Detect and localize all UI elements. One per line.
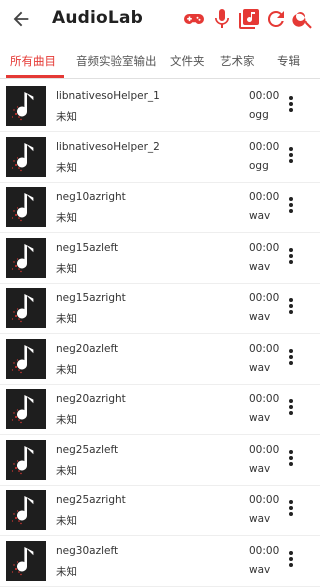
track-artist: 未知 (56, 464, 77, 477)
track-artist: 未知 (56, 515, 77, 527)
music-note-icon (11, 445, 34, 474)
track-duration: 00:00 (249, 90, 280, 102)
track-thumbnail (6, 288, 46, 328)
music-note-icon (11, 546, 34, 575)
track-name: libnativesoHelper_1 (56, 90, 160, 102)
row-divider (0, 585, 320, 587)
track-name: neg30azleft (56, 544, 119, 557)
track-thumbnail (6, 237, 46, 278)
track-thumbnail (6, 490, 46, 530)
music-note-icon (11, 243, 34, 272)
track-duration: 00:00 (249, 241, 280, 254)
track-thumbnail (6, 540, 46, 581)
track-row[interactable]: neg20azleft 未知 00:00 wav (0, 335, 320, 385)
more-vertical-icon[interactable] (284, 298, 298, 320)
track-name: neg10azright (56, 191, 126, 203)
track-row[interactable]: neg15azright 未知 00:00 wav (0, 284, 320, 334)
tab-artists[interactable]: 艺术家 (220, 53, 255, 69)
track-duration: 00:00 (249, 292, 280, 304)
track-format: ogg (249, 109, 269, 121)
more-vertical-icon[interactable] (284, 348, 298, 371)
track-format: wav (249, 361, 271, 374)
track-format: wav (249, 311, 271, 323)
gamepad-icon[interactable] (182, 7, 206, 31)
music-note-icon (11, 92, 34, 121)
app-bar: AudioLab (0, 0, 320, 38)
tab-all-tracks[interactable]: 所有曲目 (10, 53, 56, 69)
track-name: neg20azright (56, 393, 126, 405)
more-vertical-icon[interactable] (284, 247, 298, 270)
track-format: wav (249, 260, 271, 273)
more-vertical-icon[interactable] (284, 399, 298, 421)
track-duration: 00:00 (249, 544, 280, 557)
track-duration: 00:00 (249, 191, 280, 203)
track-artist: 未知 (56, 313, 77, 325)
track-thumbnail (6, 389, 46, 429)
more-vertical-icon[interactable] (284, 146, 298, 169)
app-title: AudioLab (52, 8, 144, 28)
more-vertical-icon[interactable] (284, 449, 298, 472)
track-name: neg25azright (56, 494, 126, 506)
music-note-icon (11, 142, 34, 171)
track-duration: 00:00 (249, 140, 280, 153)
track-artist: 未知 (56, 161, 77, 174)
track-row[interactable]: neg25azleft 未知 00:00 wav (0, 436, 320, 486)
track-thumbnail (6, 86, 46, 126)
more-vertical-icon[interactable] (284, 96, 298, 118)
music-note-icon (11, 193, 34, 222)
track-format: wav (249, 563, 271, 576)
music-library-icon[interactable] (237, 7, 261, 31)
tab-folders[interactable]: 文件夹 (170, 53, 205, 69)
music-note-icon (11, 496, 34, 525)
track-duration: 00:00 (249, 393, 280, 405)
track-name: libnativesoHelper_2 (56, 140, 160, 153)
microphone-icon[interactable] (210, 7, 234, 31)
track-format: wav (249, 513, 271, 525)
track-artist: 未知 (56, 414, 77, 426)
track-format: ogg (249, 159, 269, 172)
tab-albums[interactable]: 专辑 (277, 53, 300, 69)
tab-audiolab-output[interactable]: 音频实验室输出 (76, 53, 157, 69)
search-icon[interactable] (291, 7, 315, 31)
track-row[interactable]: neg25azright 未知 00:00 wav (0, 486, 320, 536)
track-duration: 00:00 (249, 443, 280, 456)
track-name: neg15azleft (56, 241, 119, 254)
track-format: wav (249, 412, 271, 424)
track-duration: 00:00 (249, 494, 280, 506)
music-note-icon (11, 294, 34, 323)
track-row[interactable]: libnativesoHelper_1 未知 00:00 ogg (0, 82, 320, 132)
track-row[interactable]: libnativesoHelper_2 未知 00:00 ogg (0, 133, 320, 183)
track-duration: 00:00 (249, 342, 280, 355)
more-vertical-icon[interactable] (284, 197, 298, 219)
track-format: wav (249, 210, 271, 222)
track-thumbnail (6, 338, 46, 379)
track-thumbnail (6, 187, 46, 227)
track-format: wav (249, 462, 271, 475)
tabs-divider (0, 78, 320, 79)
refresh-icon[interactable] (264, 7, 288, 31)
music-note-icon (11, 344, 34, 373)
tab-bar: 所有曲目 音频实验室输出 文件夹 艺术家 专辑 (0, 44, 320, 78)
more-vertical-icon[interactable] (284, 550, 298, 573)
track-name: neg25azleft (56, 443, 119, 456)
track-artist: 未知 (56, 212, 77, 224)
track-thumbnail (6, 136, 46, 177)
track-row[interactable]: neg10azright 未知 00:00 wav (0, 183, 320, 233)
arrow-back-icon[interactable] (10, 8, 32, 30)
music-note-icon (11, 395, 34, 424)
track-row[interactable]: neg30azleft 未知 00:00 wav (0, 537, 320, 587)
track-artist: 未知 (56, 262, 77, 275)
track-row[interactable]: neg20azright 未知 00:00 wav (0, 385, 320, 435)
track-row[interactable]: neg15azleft 未知 00:00 wav (0, 234, 320, 284)
track-name: neg15azright (56, 292, 126, 304)
more-vertical-icon[interactable] (284, 500, 298, 522)
track-artist: 未知 (56, 565, 77, 578)
track-artist: 未知 (56, 363, 77, 376)
track-name: neg20azleft (56, 342, 119, 355)
track-thumbnail (6, 439, 46, 480)
track-artist: 未知 (56, 111, 77, 123)
